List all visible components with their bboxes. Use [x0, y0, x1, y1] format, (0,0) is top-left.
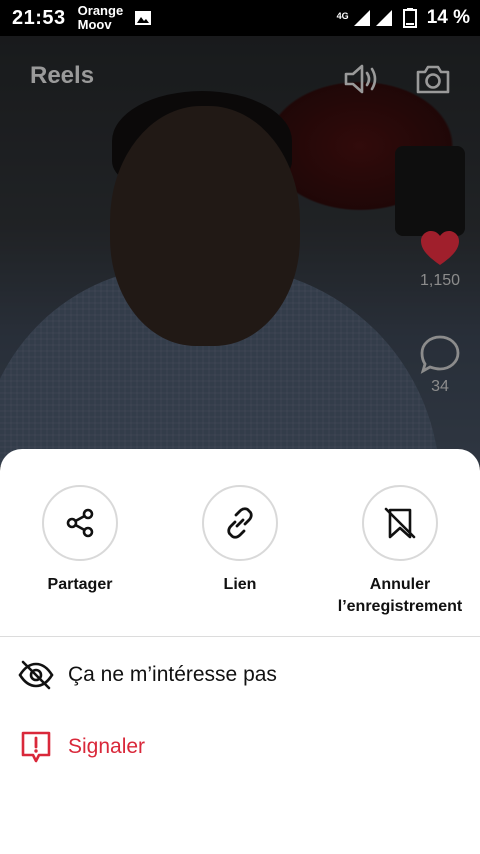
link-action[interactable]: Lien: [202, 485, 278, 597]
status-carrier: Orange Moov: [78, 4, 130, 32]
unsave-label: Annuler l’enregistrement: [338, 573, 462, 619]
link-icon: [227, 507, 253, 539]
share-label: Partager: [47, 576, 113, 593]
row-icon-wrap: [18, 657, 54, 693]
report-label: Signaler: [68, 735, 146, 758]
status-right: 4G 14 %: [337, 7, 470, 29]
reels-title: Reels: [30, 62, 95, 89]
unsave-label-line-1: Annuler: [369, 576, 431, 593]
eye-off-icon: [18, 660, 54, 690]
comment-count: 34: [431, 378, 449, 395]
status-time: 21:53: [12, 6, 66, 29]
signal-icon: [353, 10, 370, 26]
share-icon: [66, 508, 94, 538]
unsave-button[interactable]: [362, 485, 438, 561]
reel-video[interactable]: Reels 1,150 34: [0, 36, 480, 466]
image-notification-icon: [134, 11, 151, 25]
heart-icon[interactable]: [419, 230, 461, 268]
battery-percent: 14 %: [426, 7, 470, 28]
unsave-action[interactable]: Annuler l’enregistrement: [330, 485, 470, 619]
battery-icon: [402, 8, 417, 28]
carrier-line-2: Moov: [77, 17, 112, 32]
share-button[interactable]: [42, 485, 118, 561]
network-type: 4G: [336, 11, 349, 21]
report-icon: [21, 731, 51, 763]
dim-overlay[interactable]: [0, 36, 480, 466]
not-interested-label: Ça ne m’intéresse pas: [68, 663, 277, 686]
like-count: 1,150: [419, 272, 461, 289]
divider: [0, 636, 480, 637]
comment-icon[interactable]: [419, 334, 461, 374]
row-icon-wrap: [18, 729, 54, 765]
signal-2-icon: [375, 10, 392, 26]
carrier-line-1: Orange: [77, 3, 124, 18]
bookmark-off-icon: [384, 507, 416, 539]
comment-group: 34: [416, 334, 464, 396]
link-label: Lien: [223, 576, 257, 593]
share-action[interactable]: Partager: [42, 485, 118, 597]
like-group: 1,150: [416, 230, 464, 290]
speaker-icon[interactable]: [342, 60, 380, 98]
not-interested-row[interactable]: Ça ne m’intéresse pas: [0, 647, 480, 703]
status-bar: 21:53 Orange Moov 4G 14 %: [0, 0, 480, 36]
report-row[interactable]: Signaler: [0, 719, 480, 775]
link-button[interactable]: [202, 485, 278, 561]
options-sheet: Partager Lien Annuler l’enregistrement Ç…: [0, 449, 480, 854]
unsave-label-line-2: l’enregistrement: [337, 598, 463, 615]
camera-icon[interactable]: [414, 60, 452, 98]
